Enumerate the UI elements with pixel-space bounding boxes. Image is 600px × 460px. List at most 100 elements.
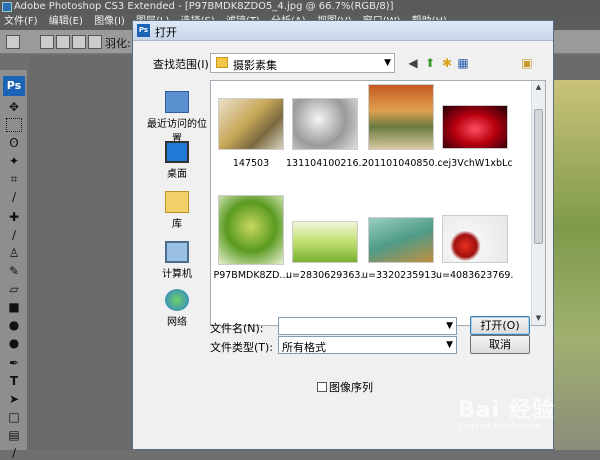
new-folder-icon[interactable]: ✱ [439, 55, 455, 71]
file-name[interactable]: 131104100216... [286, 158, 364, 169]
photoshop-app-icon [2, 2, 12, 12]
cancel-button[interactable]: 取消 [470, 335, 530, 354]
toolbox: Ps ✥ ʘ ✦ ⌗ ∕ ✚ ∕ ♙ ✎ ▱ ■ ● ● ✒ T ➤ □ ▤ ∕ [0, 70, 28, 460]
stamp-tool-icon[interactable]: ♙ [6, 246, 22, 260]
filetype-label: 文件类型(T): [210, 341, 274, 354]
adobe-bridge-icon[interactable]: ▣ [519, 55, 535, 71]
file-thumbnail[interactable] [368, 84, 434, 150]
dialog-title-bar: Ps 打开 [133, 21, 553, 41]
file-thumbnail[interactable] [292, 98, 358, 150]
place-label: 库 [172, 219, 182, 230]
file-thumbnail[interactable] [292, 221, 358, 263]
file-list[interactable]: 147503 131104100216... 201101040850... c… [210, 80, 546, 326]
slice-tool-icon[interactable]: ∕ [6, 190, 22, 204]
desktop-icon [165, 141, 189, 163]
file-thumbnail[interactable] [218, 195, 284, 265]
photoshop-icon: Ps [137, 24, 150, 37]
place-libraries[interactable]: 库 [143, 191, 211, 230]
notes-tool-icon[interactable]: ▤ [6, 428, 22, 442]
eraser-tool-icon[interactable]: ▱ [6, 282, 22, 296]
image-sequence-checkbox[interactable] [317, 382, 327, 392]
file-name[interactable]: u=3320235913... [362, 270, 440, 281]
image-sequence-option[interactable]: 图像序列 [317, 379, 373, 395]
gradient-tool-icon[interactable]: ■ [6, 300, 22, 314]
filetype-value: 所有格式 [282, 341, 326, 354]
dodge-tool-icon[interactable]: ● [6, 336, 22, 350]
file-list-scrollbar[interactable]: ▲ ▼ [531, 81, 545, 325]
dialog-title: 打开 [155, 26, 177, 39]
view-menu-icon[interactable]: ▦ [455, 55, 471, 71]
filename-field[interactable]: ▼ [278, 317, 457, 335]
filename-label: 文件名(N): [210, 322, 264, 335]
open-dialog: Ps 打开 查找范围(I): 摄影素集 ▼ ◀ ⬆ ✱ ▦ ▣ 最近访问的位置 … [132, 20, 554, 450]
place-label: 计算机 [162, 269, 192, 280]
move-tool-icon[interactable]: ✥ [6, 100, 22, 114]
subtract-selection-icon[interactable] [72, 35, 86, 49]
menu-edit[interactable]: 编辑(E) [45, 14, 87, 30]
file-thumbnail[interactable] [368, 217, 434, 263]
path-select-icon[interactable]: ➤ [6, 392, 22, 406]
place-computer[interactable]: 计算机 [143, 241, 211, 280]
baidu-watermark: Bai 经验 jingyan.baidu.com [458, 392, 555, 432]
add-selection-icon[interactable] [56, 35, 70, 49]
file-name[interactable]: P97BMDK8ZD... [212, 270, 290, 281]
type-tool-icon[interactable]: T [6, 374, 22, 388]
recent-places-icon [165, 91, 189, 113]
look-in-select[interactable]: 摄影素集 ▼ [210, 53, 395, 73]
healing-brush-icon[interactable]: ✚ [6, 210, 22, 224]
file-name[interactable]: u=2830629363... [286, 270, 364, 281]
file-name[interactable]: 147503 [212, 158, 290, 169]
back-icon[interactable]: ◀ [405, 55, 421, 71]
network-icon [165, 289, 189, 311]
new-selection-icon[interactable] [40, 35, 54, 49]
place-network[interactable]: 网络 [143, 289, 211, 328]
lasso-tool-icon[interactable]: ʘ [6, 136, 22, 150]
file-name[interactable]: u=4083623769... [436, 270, 514, 281]
menu-file[interactable]: 文件(F) [0, 14, 42, 30]
file-name[interactable]: 201101040850... [362, 158, 440, 169]
feather-label: 羽化: [105, 37, 131, 50]
document-image [548, 80, 600, 450]
look-in-value: 摄影素集 [233, 59, 277, 72]
magic-wand-icon[interactable]: ✦ [6, 154, 22, 168]
computer-icon [165, 241, 189, 263]
place-desktop[interactable]: 桌面 [143, 141, 211, 180]
chevron-down-icon[interactable]: ▼ [446, 321, 453, 331]
scrollbar-thumb[interactable] [534, 109, 543, 244]
image-sequence-label: 图像序列 [329, 381, 373, 394]
filetype-select[interactable]: 所有格式 ▼ [278, 336, 457, 354]
libraries-icon [165, 191, 189, 213]
intersect-selection-icon[interactable] [88, 35, 102, 49]
ps-logo: Ps [3, 76, 25, 96]
place-label: 桌面 [167, 169, 187, 180]
look-in-label: 查找范围(I): [153, 58, 213, 71]
brush-tool-icon[interactable]: ∕ [6, 228, 22, 242]
app-title-bar: Adobe Photoshop CS3 Extended - [P97BMDK8… [0, 0, 600, 14]
place-recent[interactable]: 最近访问的位置 [143, 91, 211, 145]
place-label: 网络 [167, 317, 187, 328]
marquee-preset-icon[interactable] [6, 35, 20, 49]
file-thumbnail[interactable] [442, 215, 508, 263]
crop-tool-icon[interactable]: ⌗ [6, 172, 22, 186]
scroll-down-icon[interactable]: ▼ [532, 312, 545, 325]
file-thumbnail[interactable] [442, 105, 508, 149]
open-button[interactable]: 打开(O) [470, 316, 530, 335]
eyedropper-icon[interactable]: ∕ [6, 446, 22, 460]
app-title: Adobe Photoshop CS3 Extended - [P97BMDK8… [14, 1, 394, 12]
places-bar: 最近访问的位置 桌面 库 计算机 网络 [143, 81, 211, 363]
scroll-up-icon[interactable]: ▲ [532, 81, 545, 94]
chevron-down-icon: ▼ [446, 340, 453, 350]
marquee-tool-icon[interactable] [6, 118, 22, 132]
pen-tool-icon[interactable]: ✒ [6, 356, 22, 370]
chevron-down-icon: ▼ [384, 58, 391, 68]
blur-tool-icon[interactable]: ● [6, 318, 22, 332]
watermark-sub: jingyan.baidu.com [458, 422, 542, 432]
folder-icon [216, 57, 228, 68]
file-name[interactable]: cej3VchW1xbLc [436, 158, 514, 169]
shape-tool-icon[interactable]: □ [6, 410, 22, 424]
menu-image[interactable]: 图像(I) [90, 14, 129, 30]
watermark-text: Bai 经验 [458, 398, 555, 423]
history-brush-icon[interactable]: ✎ [6, 264, 22, 278]
up-folder-icon[interactable]: ⬆ [422, 55, 438, 71]
file-thumbnail[interactable] [218, 98, 284, 150]
